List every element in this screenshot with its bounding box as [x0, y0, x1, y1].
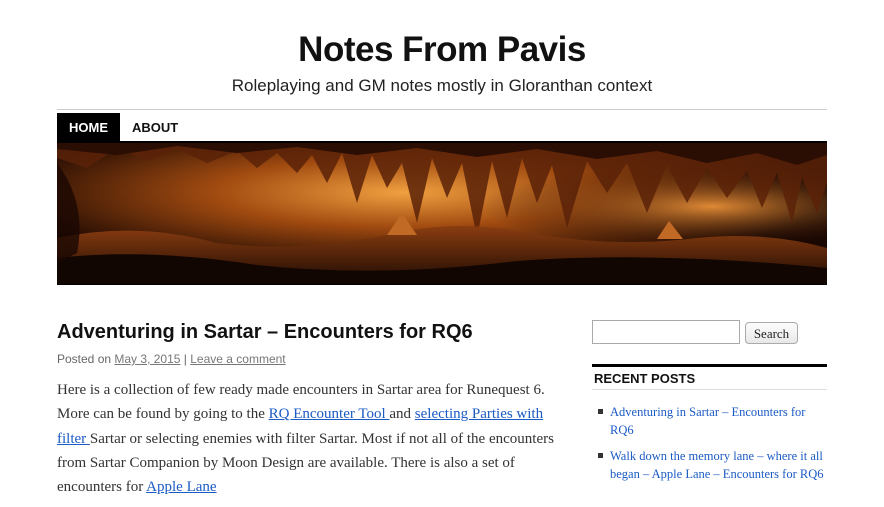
- header-divider: [57, 109, 827, 110]
- recent-post-link[interactable]: Walk down the memory lane – where it all…: [610, 449, 823, 481]
- bullet-icon: [598, 409, 603, 414]
- nav-item-home[interactable]: HOME: [57, 113, 120, 141]
- list-item: Adventuring in Sartar – Encounters for R…: [598, 403, 827, 439]
- recent-posts-list: Adventuring in Sartar – Encounters for R…: [598, 403, 827, 491]
- main-nav: HOME ABOUT: [57, 113, 190, 141]
- search-button[interactable]: Search: [745, 322, 798, 344]
- meta-separator: |: [183, 352, 187, 366]
- post-meta: Posted on May 3, 2015 | Leave a comment: [57, 352, 286, 366]
- post-title[interactable]: Adventuring in Sartar – Encounters for R…: [57, 321, 473, 344]
- header-banner-image: [57, 141, 827, 285]
- cave-photo-icon: [57, 143, 827, 284]
- rq-encounter-tool-link[interactable]: RQ Encounter Tool: [269, 406, 390, 422]
- posted-on-label: Posted on: [57, 352, 112, 366]
- leave-comment-link[interactable]: Leave a comment: [190, 352, 285, 366]
- post-content: Here is a collection of few ready made e…: [57, 378, 567, 499]
- recent-posts-title: RECENT POSTS: [594, 371, 696, 386]
- recent-post-link[interactable]: Adventuring in Sartar – Encounters for R…: [610, 405, 805, 437]
- search-input[interactable]: [592, 320, 740, 344]
- nav-item-about[interactable]: ABOUT: [120, 113, 190, 141]
- site-description: Roleplaying and GM notes mostly in Glora…: [231, 76, 653, 95]
- list-item: Walk down the memory lane – where it all…: [598, 447, 827, 483]
- post-text: and: [389, 406, 412, 423]
- post-text: Sartar or selecting enemies with filter …: [57, 430, 554, 496]
- apple-lane-link[interactable]: Apple Lane: [146, 479, 216, 495]
- widget-title-underline: [592, 389, 827, 390]
- bullet-icon: [598, 453, 603, 458]
- site-title[interactable]: Notes From Pavis: [0, 30, 884, 70]
- widget-divider: [592, 364, 827, 367]
- post-date-link[interactable]: May 3, 2015: [114, 352, 180, 366]
